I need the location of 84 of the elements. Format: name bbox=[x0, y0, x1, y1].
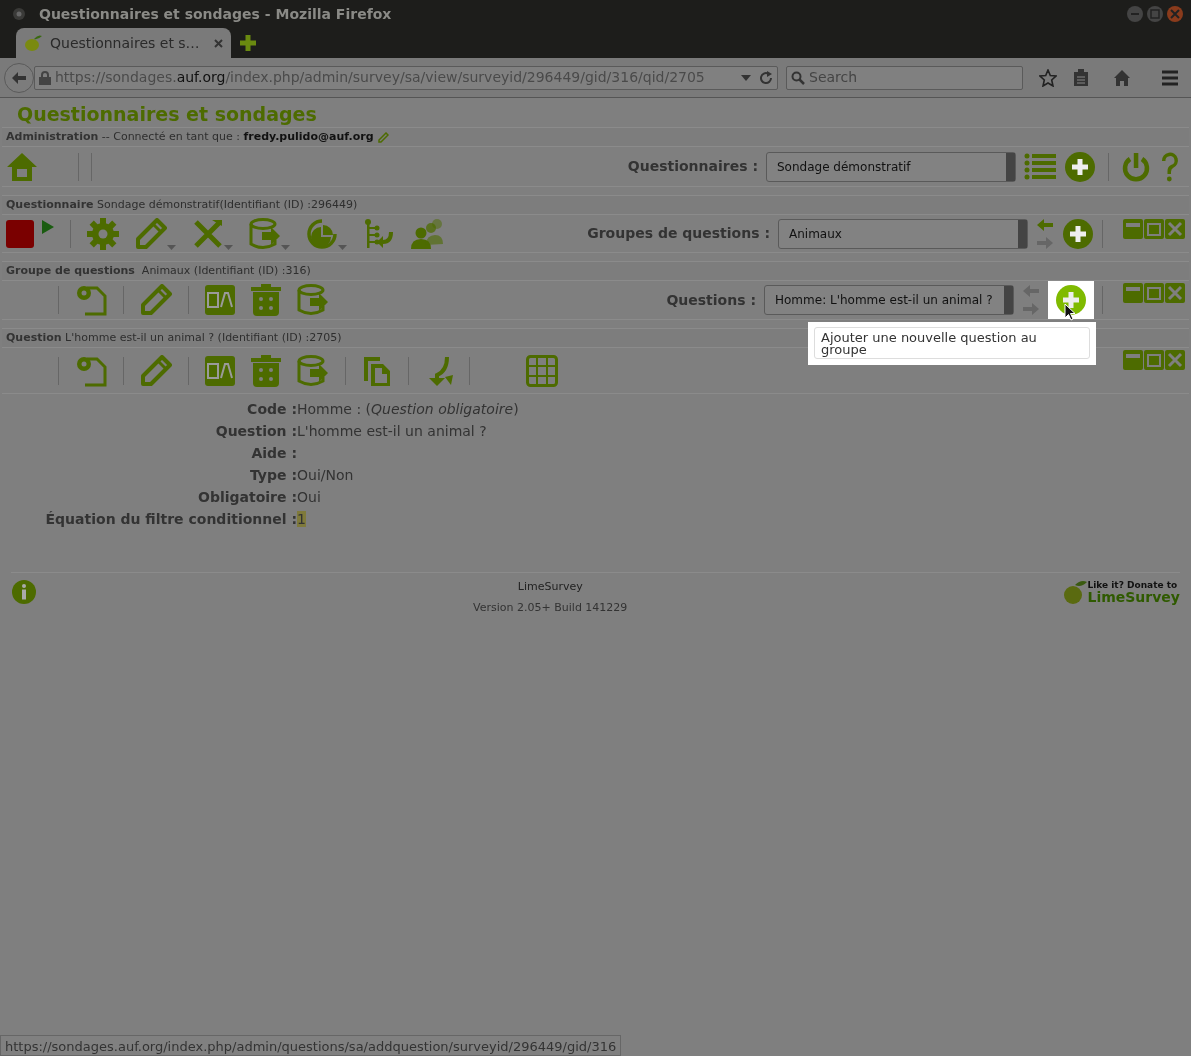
edit-pencil-icon[interactable] bbox=[377, 131, 389, 143]
tab-close-icon[interactable] bbox=[214, 38, 223, 48]
window-title: Questionnaires et sondages - Mozilla Firefox bbox=[39, 4, 392, 24]
arrows-icon[interactable] bbox=[1022, 283, 1040, 317]
field-label: Question : bbox=[214, 422, 297, 440]
back-arrow-icon bbox=[11, 70, 27, 85]
section-heading: Question L'homme est-il un animal ? (Identifiant (ID) :2705) bbox=[6, 329, 342, 346]
minimize-button[interactable] bbox=[1127, 6, 1143, 22]
back-button[interactable] bbox=[4, 62, 34, 93]
info-icon[interactable] bbox=[11, 579, 37, 605]
play-icon[interactable] bbox=[42, 219, 54, 234]
stop-icon[interactable] bbox=[6, 219, 34, 248]
tab-title: Questionnaires et s… bbox=[50, 33, 200, 53]
home-icon[interactable] bbox=[6, 150, 38, 183]
admin-status-text: Administration -- Connecté en tant que : fredy.pulido@auf.org bbox=[6, 128, 374, 145]
section-heading: Questionnaire Sondage démonstratif(Identifiant (ID) :296449) bbox=[6, 196, 358, 213]
field-label: Obligatoire : bbox=[197, 488, 297, 506]
selector-label: Groupes de questions : bbox=[587, 224, 770, 243]
selector-label: Questions : bbox=[666, 290, 756, 310]
field-value: L'homme est-il un animal ? bbox=[297, 423, 487, 439]
grid-icon[interactable] bbox=[526, 354, 558, 387]
help-icon[interactable] bbox=[1159, 150, 1181, 183]
window-menu-icon[interactable] bbox=[12, 7, 26, 21]
database-lsg-icon[interactable] bbox=[297, 354, 329, 387]
power-icon[interactable] bbox=[1121, 150, 1151, 183]
pie-chart-icon[interactable] bbox=[306, 217, 338, 250]
field-label: Aide : bbox=[250, 444, 297, 462]
gear-icon[interactable] bbox=[87, 217, 119, 250]
caret-icon[interactable] bbox=[338, 244, 347, 250]
dropdown-arrow-icon[interactable] bbox=[741, 74, 751, 81]
field-label: Code : bbox=[246, 400, 297, 418]
caret-icon[interactable] bbox=[224, 244, 233, 250]
browser-home-icon[interactable] bbox=[1113, 68, 1131, 87]
browser-tab[interactable]: Questionnaires et s… bbox=[16, 28, 231, 58]
search-field[interactable]: Search bbox=[786, 65, 1023, 90]
status-url: https://sondages.auf.org/index.php/admin/questions/sa/addquestion/surveyid/296449/gid/316 bbox=[0, 1035, 622, 1056]
reading-list-icon[interactable] bbox=[1073, 68, 1089, 87]
search-icon bbox=[791, 70, 805, 85]
field-value: Oui bbox=[297, 489, 321, 505]
panel-controls-icon[interactable] bbox=[1123, 283, 1185, 303]
qa-icon[interactable] bbox=[205, 285, 235, 315]
new-tab-icon[interactable] bbox=[239, 34, 257, 52]
field-label: Type : bbox=[249, 466, 297, 484]
field-value: 1 bbox=[297, 511, 306, 527]
database-export-icon[interactable] bbox=[249, 217, 281, 250]
maximize-button[interactable] bbox=[1147, 6, 1163, 22]
menu-icon[interactable] bbox=[1161, 69, 1179, 86]
group-select[interactable]: Animaux bbox=[778, 218, 1028, 249]
selector-label: Questionnaires : bbox=[627, 157, 758, 176]
copy-icon[interactable] bbox=[362, 354, 392, 387]
pencil-icon[interactable] bbox=[140, 354, 172, 387]
survey-select[interactable]: Sondage démonstratif bbox=[766, 151, 1016, 182]
add-icon[interactable] bbox=[1062, 217, 1094, 250]
arrows-icon[interactable] bbox=[1036, 216, 1054, 251]
tree-icon[interactable] bbox=[363, 217, 395, 250]
trash-icon[interactable] bbox=[251, 354, 281, 387]
add-icon[interactable] bbox=[1064, 150, 1096, 183]
list-icon[interactable] bbox=[1024, 151, 1056, 182]
pencil-icon[interactable] bbox=[140, 284, 172, 316]
donate-link[interactable]: Like it? Donate to LimeSurvey bbox=[1063, 579, 1180, 605]
field-label: Équation du filtre conditionnel : bbox=[44, 510, 297, 528]
caret-icon[interactable] bbox=[167, 244, 176, 250]
qa-icon[interactable] bbox=[205, 355, 235, 386]
trash-icon[interactable] bbox=[251, 284, 281, 316]
footer-app-name: LimeSurvey bbox=[516, 579, 584, 595]
lime-icon bbox=[1063, 579, 1088, 605]
database-lsg-icon[interactable] bbox=[297, 284, 329, 316]
close-button[interactable] bbox=[1167, 6, 1183, 22]
caret-icon[interactable] bbox=[281, 244, 290, 250]
lock-icon bbox=[39, 70, 51, 85]
pencil-icon[interactable] bbox=[135, 217, 167, 250]
page-title: Questionnaires et sondages bbox=[16, 102, 318, 127]
question-select[interactable]: Homme: L'homme est-il un animal ? bbox=[764, 285, 1014, 315]
lime-icon bbox=[24, 34, 42, 52]
field-value: Oui/Non bbox=[297, 467, 354, 483]
panel-controls-icon[interactable] bbox=[1123, 218, 1185, 239]
field-value: Homme : (Question obligatoire) bbox=[297, 401, 519, 417]
people-icon[interactable] bbox=[411, 217, 445, 250]
panel-controls-icon[interactable] bbox=[1123, 350, 1185, 370]
tooltip: Ajouter une nouvelle question au groupe bbox=[814, 327, 1090, 359]
footer-version: Version 2.05+ Build 141229 bbox=[472, 599, 629, 616]
star-icon[interactable] bbox=[1039, 68, 1057, 87]
reload-icon[interactable] bbox=[759, 70, 773, 85]
section-heading: Groupe de questions Animaux (Identifiant (ID) :316) bbox=[6, 262, 311, 279]
